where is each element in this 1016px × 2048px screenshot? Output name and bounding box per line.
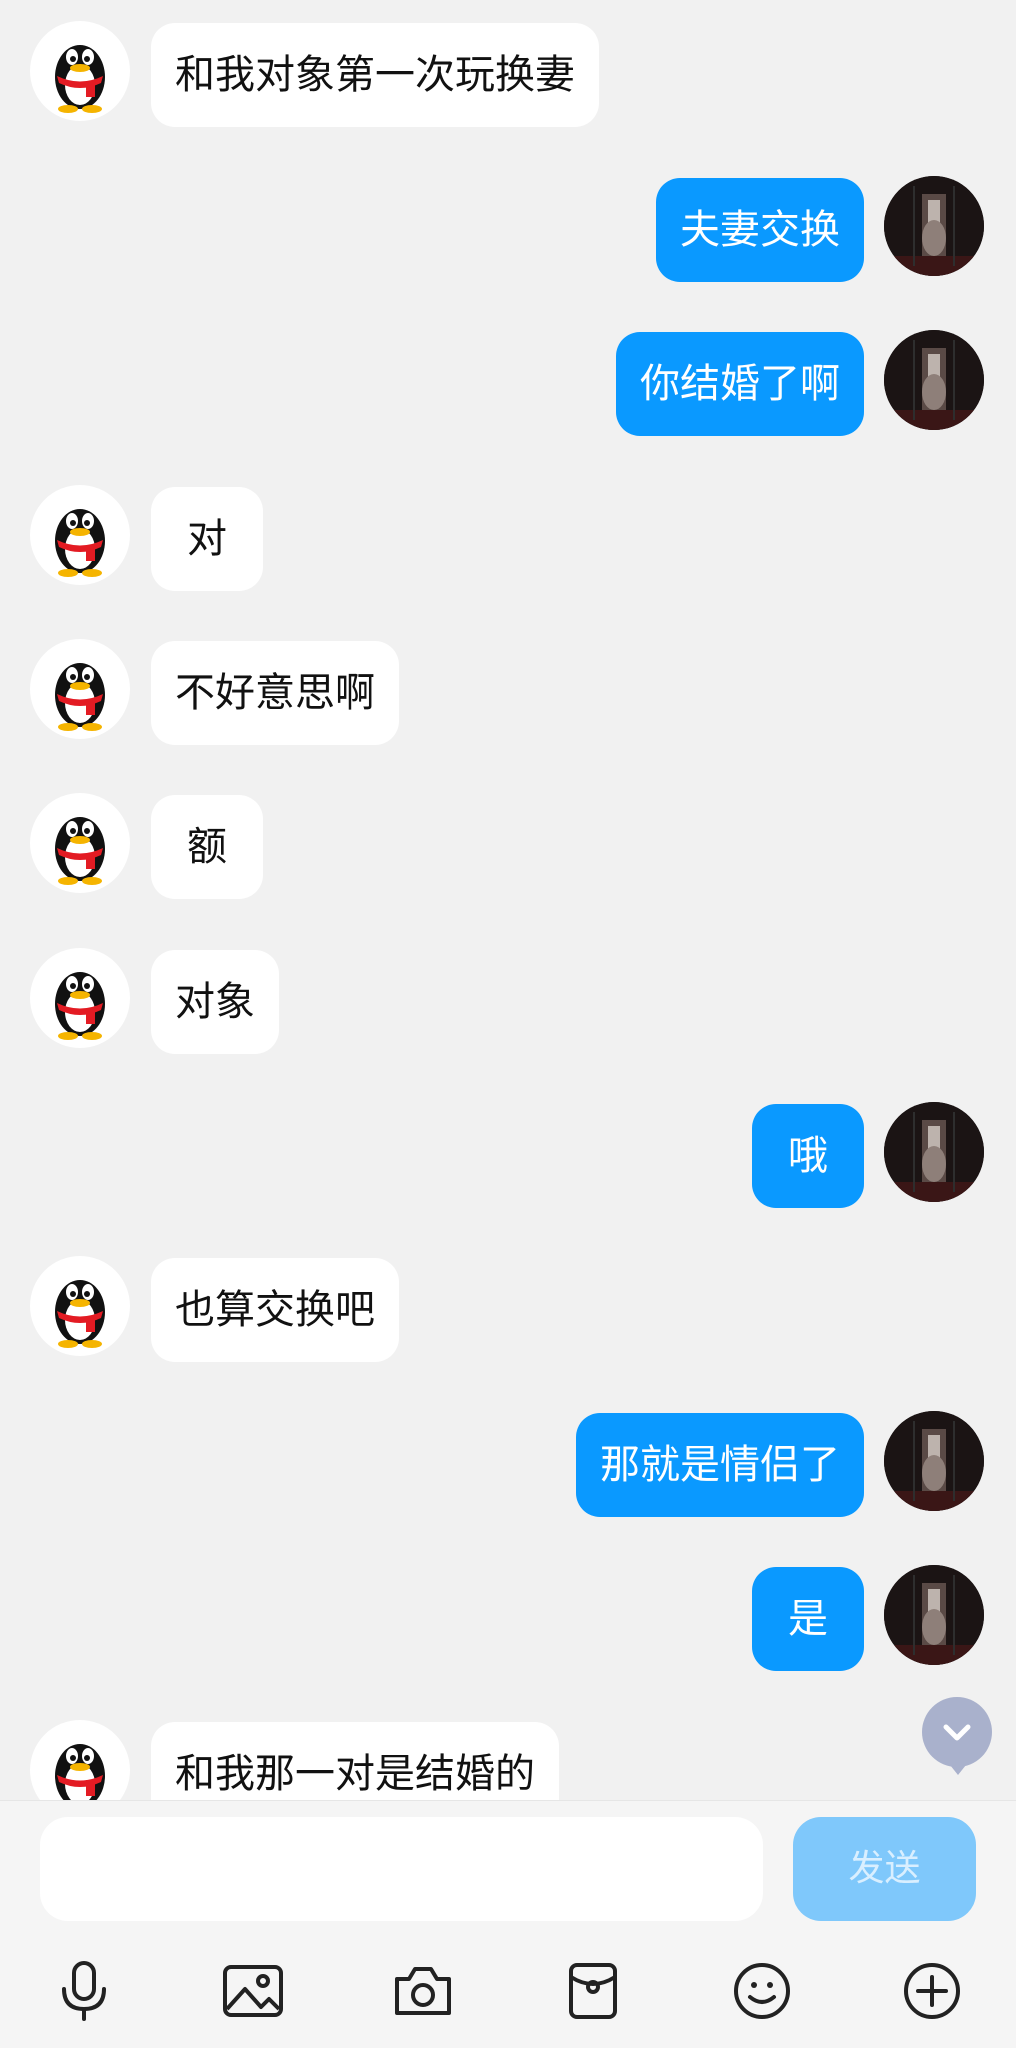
voice-button[interactable] — [44, 1951, 124, 2031]
message-bubble[interactable]: 你结婚了啊 — [616, 332, 864, 436]
message-row-peer: 额 — [0, 793, 1016, 899]
message-input[interactable] — [40, 1817, 763, 1921]
message-row-me: 是 — [0, 1565, 1016, 1671]
message-bubble[interactable]: 夫妻交换 — [656, 178, 864, 282]
message-bubble[interactable]: 和我那一对是结婚的 — [151, 1722, 559, 1800]
message-row-me: 那就是情侣了 — [0, 1411, 1016, 1517]
message-list[interactable]: 和我对象第一次玩换妻 夫妻交换 你结婚了啊 对 不好意思啊 额 对象 哦 也算交… — [0, 0, 1016, 1800]
red-packet-icon — [569, 1963, 617, 2019]
message-bubble[interactable]: 和我对象第一次玩换妻 — [151, 23, 599, 127]
image-button[interactable] — [213, 1951, 293, 2031]
message-bubble[interactable]: 也算交换吧 — [151, 1258, 399, 1362]
microphone-icon — [62, 1961, 106, 2021]
message-row-peer: 对象 — [0, 948, 1016, 1054]
message-row-peer: 不好意思啊 — [0, 639, 1016, 745]
message-bubble[interactable]: 那就是情侣了 — [576, 1413, 864, 1517]
user-avatar-icon[interactable] — [884, 1411, 984, 1511]
plus-icon — [904, 1963, 960, 2019]
user-avatar-icon[interactable] — [884, 1565, 984, 1665]
chevron-down-icon — [943, 1724, 971, 1741]
camera-button[interactable] — [383, 1951, 463, 2031]
message-bubble[interactable]: 对象 — [151, 950, 279, 1054]
message-row-me: 哦 — [0, 1102, 1016, 1208]
penguin-avatar-icon[interactable] — [30, 793, 130, 893]
message-bubble[interactable]: 哦 — [752, 1104, 864, 1208]
image-icon — [223, 1965, 283, 2017]
message-row-peer: 和我对象第一次玩换妻 — [0, 21, 1016, 127]
more-button[interactable] — [892, 1951, 972, 2031]
send-button[interactable]: 发送 — [793, 1817, 976, 1921]
red-packet-button[interactable] — [553, 1951, 633, 2031]
emoji-icon — [734, 1963, 790, 2019]
penguin-avatar-icon[interactable] — [30, 1720, 130, 1800]
message-bubble[interactable]: 不好意思啊 — [151, 641, 399, 745]
penguin-avatar-icon[interactable] — [30, 485, 130, 585]
user-avatar-icon[interactable] — [884, 1102, 984, 1202]
scroll-to-bottom-button[interactable] — [922, 1697, 992, 1775]
message-bubble[interactable]: 额 — [151, 795, 263, 899]
input-bar: 发送 — [0, 1800, 1016, 2048]
emoji-button[interactable] — [722, 1951, 802, 2031]
message-row-peer: 也算交换吧 — [0, 1256, 1016, 1362]
user-avatar-icon[interactable] — [884, 176, 984, 276]
chat-screen: 和我对象第一次玩换妻 夫妻交换 你结婚了啊 对 不好意思啊 额 对象 哦 也算交… — [0, 0, 1016, 2048]
penguin-avatar-icon[interactable] — [30, 948, 130, 1048]
message-bubble[interactable]: 对 — [151, 487, 263, 591]
camera-icon — [395, 1967, 451, 2015]
message-row-me: 你结婚了啊 — [0, 330, 1016, 436]
penguin-avatar-icon[interactable] — [30, 21, 130, 121]
message-row-me: 夫妻交换 — [0, 176, 1016, 282]
user-avatar-icon[interactable] — [884, 330, 984, 430]
penguin-avatar-icon[interactable] — [30, 639, 130, 739]
message-row-peer: 和我那一对是结婚的 — [0, 1720, 1016, 1800]
penguin-avatar-icon[interactable] — [30, 1256, 130, 1356]
message-row-peer: 对 — [0, 485, 1016, 591]
message-bubble[interactable]: 是 — [752, 1567, 864, 1671]
